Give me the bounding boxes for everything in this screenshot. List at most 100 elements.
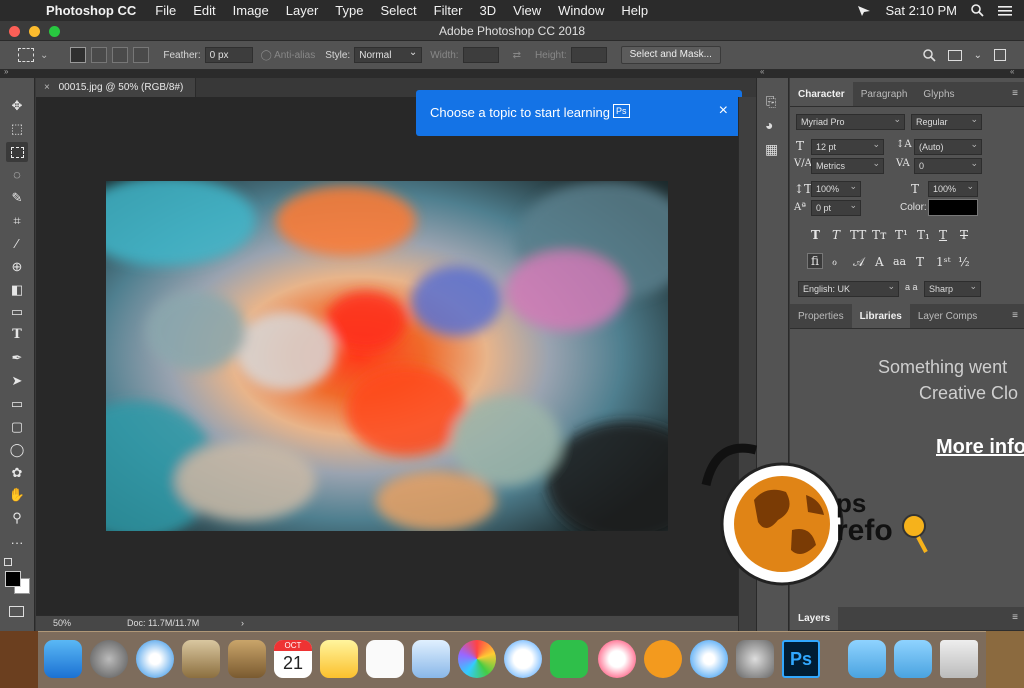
lasso-tool-icon[interactable]: ◌: [6, 165, 28, 185]
width-input[interactable]: [462, 47, 499, 63]
tab-paragraph[interactable]: Paragraph: [853, 82, 916, 106]
photos-icon[interactable]: [458, 640, 496, 678]
faux-bold-icon[interactable]: T: [811, 228, 820, 242]
more-tools-icon[interactable]: ···: [6, 533, 28, 553]
rectangle-tool-icon[interactable]: ▭: [6, 394, 28, 414]
panel-menu-icon[interactable]: ≡: [1012, 612, 1018, 623]
tab-libraries[interactable]: Libraries: [851, 304, 910, 328]
small-caps-icon[interactable]: Tт: [872, 228, 887, 242]
add-selection-icon[interactable]: [91, 47, 108, 63]
text-color-swatch[interactable]: [928, 199, 978, 216]
menu-filter[interactable]: Filter: [434, 3, 463, 18]
vertical-scale-input[interactable]: 100%: [811, 179, 861, 197]
calendar-icon[interactable]: OCT 21: [274, 640, 312, 678]
ordinals-icon[interactable]: 1ˢᵗ: [936, 255, 951, 269]
eyedropper-tool-icon[interactable]: ⁄: [6, 234, 28, 254]
document-image[interactable]: [106, 181, 668, 531]
itunes-icon[interactable]: [598, 640, 636, 678]
kerning-select[interactable]: Metrics: [811, 156, 884, 174]
collapse-icon[interactable]: «: [760, 67, 764, 76]
menu-3d[interactable]: 3D: [480, 3, 497, 18]
type-tool-icon[interactable]: T: [6, 325, 28, 345]
close-window-button[interactable]: [9, 26, 20, 37]
downloads-folder-icon[interactable]: [894, 640, 932, 678]
marquee-tool-icon[interactable]: [6, 142, 28, 162]
fractions-icon[interactable]: ½: [958, 255, 970, 269]
foreground-color-swatch[interactable]: [5, 571, 21, 587]
panel-menu-icon[interactable]: ≡: [1012, 310, 1018, 321]
intersect-selection-icon[interactable]: [133, 47, 150, 63]
healing-brush-tool-icon[interactable]: ⊕: [6, 257, 28, 277]
reminders-icon[interactable]: [366, 640, 404, 678]
cursor-icon[interactable]: [857, 5, 871, 17]
panel-menu-icon[interactable]: ≡: [1012, 88, 1018, 99]
tab-glyphs[interactable]: Glyphs: [915, 82, 962, 106]
crop-tool-icon[interactable]: ⌗: [6, 211, 28, 231]
leading-select[interactable]: (Auto): [914, 137, 982, 155]
menu-window[interactable]: Window: [558, 3, 604, 18]
quick-select-tool-icon[interactable]: ✎: [6, 188, 28, 208]
finder-icon[interactable]: [44, 640, 82, 678]
mail-icon[interactable]: [182, 640, 220, 678]
photoshop-dock-icon[interactable]: Ps: [782, 640, 820, 678]
app-store-icon[interactable]: [690, 640, 728, 678]
menu-layer[interactable]: Layer: [286, 3, 319, 18]
superscript-icon[interactable]: T¹: [895, 228, 908, 242]
style-select[interactable]: Normal ⌄: [354, 47, 423, 63]
chevron-right-icon[interactable]: ›: [241, 616, 244, 631]
zoom-window-button[interactable]: [49, 26, 60, 37]
ibooks-icon[interactable]: [644, 640, 682, 678]
menu-edit[interactable]: Edit: [193, 3, 215, 18]
swatches-icon[interactable]: ▦: [765, 141, 778, 158]
tab-character[interactable]: Character: [790, 82, 853, 106]
contacts-icon[interactable]: [228, 640, 266, 678]
hand-tool-icon[interactable]: ✋: [6, 485, 28, 505]
trash-icon[interactable]: [940, 640, 978, 678]
custom-shape-tool-icon[interactable]: ✿: [6, 463, 28, 483]
rounded-rect-tool-icon[interactable]: ▢: [6, 417, 28, 437]
tab-layer-comps[interactable]: Layer Comps: [910, 304, 985, 328]
menu-type[interactable]: Type: [335, 3, 363, 18]
document-tab[interactable]: × 00015.jpg @ 50% (RGB/8#): [36, 78, 196, 97]
artboard-tool-icon[interactable]: ⬚: [6, 119, 28, 139]
menu-image[interactable]: Image: [233, 3, 269, 18]
safari-icon[interactable]: [136, 640, 174, 678]
workspace-icon[interactable]: [947, 49, 962, 61]
font-style-select[interactable]: Regular: [911, 112, 982, 130]
pen-tool-icon[interactable]: ✒: [6, 348, 28, 368]
menu-file[interactable]: File: [155, 3, 176, 18]
search-icon[interactable]: [922, 48, 936, 62]
applications-folder-icon[interactable]: [848, 640, 886, 678]
gradient-tool-icon[interactable]: ▭: [6, 302, 28, 322]
search-icon[interactable]: [971, 4, 984, 17]
font-size-select[interactable]: 12 pt: [811, 137, 884, 155]
font-family-select[interactable]: Myriad Pro: [796, 112, 905, 130]
underline-icon[interactable]: T: [939, 228, 947, 242]
launchpad-icon[interactable]: [90, 640, 128, 678]
ellipse-tool-icon[interactable]: ◯: [6, 440, 28, 460]
collapse-icon[interactable]: »: [4, 67, 8, 76]
list-icon[interactable]: [998, 5, 1012, 17]
facetime-icon[interactable]: [550, 640, 588, 678]
swash-icon[interactable]: 𝒜: [853, 255, 864, 270]
faux-italic-icon[interactable]: T: [832, 228, 840, 242]
screen-mode-icon[interactable]: [9, 606, 24, 617]
messages-icon[interactable]: [504, 640, 542, 678]
zoom-level[interactable]: 50%: [53, 616, 71, 631]
system-preferences-icon[interactable]: [736, 640, 774, 678]
new-selection-icon[interactable]: [70, 47, 87, 63]
baseline-shift-input[interactable]: 0 pt: [811, 198, 861, 216]
marquee-preset-icon[interactable]: [18, 48, 34, 62]
strikethrough-icon[interactable]: T: [960, 228, 968, 242]
close-tab-icon[interactable]: ×: [44, 82, 50, 93]
subscript-icon[interactable]: T₁: [917, 228, 930, 242]
color-palette-icon[interactable]: ◕: [765, 117, 773, 133]
antialias-checkbox[interactable]: ◯ Anti-alias: [261, 50, 316, 61]
menu-help[interactable]: Help: [621, 3, 648, 18]
tracking-select[interactable]: 0: [914, 156, 982, 174]
chevron-down-icon[interactable]: ⌄: [974, 50, 982, 61]
all-caps-icon[interactable]: TT: [850, 228, 866, 242]
app-menu[interactable]: Photoshop CC: [46, 3, 136, 18]
horizontal-scale-input[interactable]: 100%: [928, 179, 978, 197]
eraser-tool-icon[interactable]: ◧: [6, 280, 28, 300]
